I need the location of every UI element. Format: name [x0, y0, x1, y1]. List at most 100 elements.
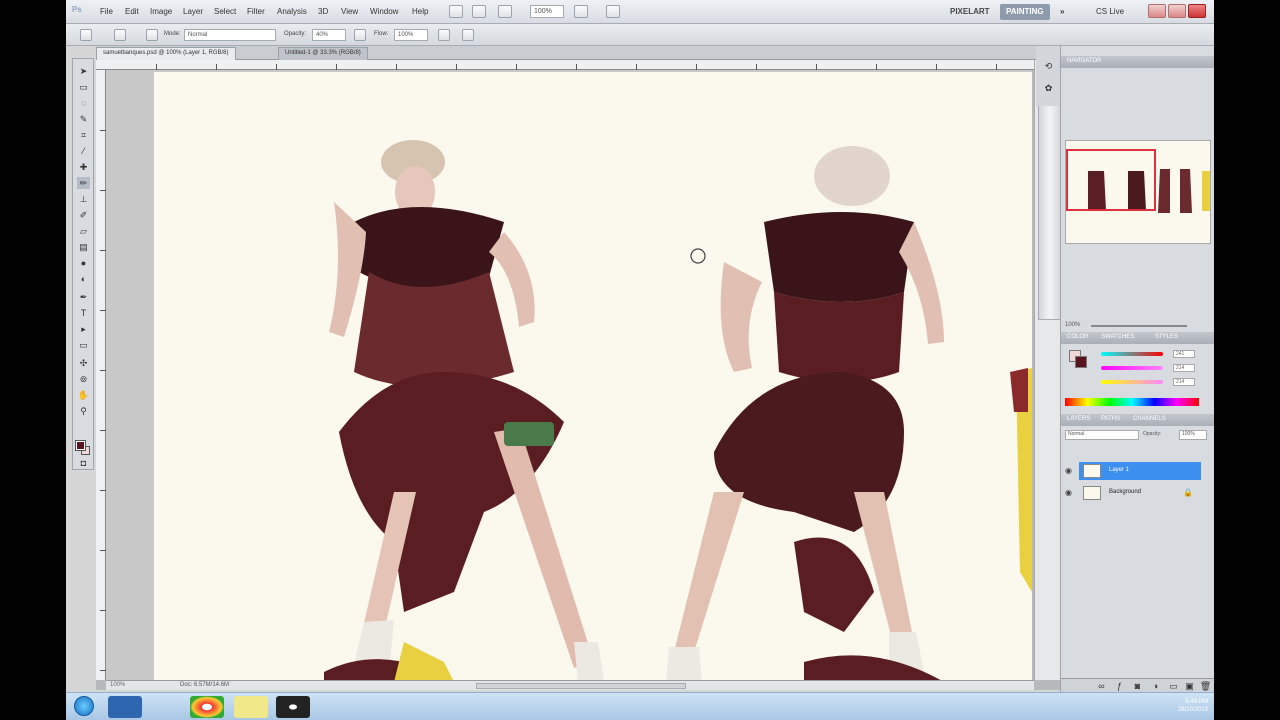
menu-image[interactable]: Image: [150, 7, 172, 16]
system-clock[interactable]: 5:49 PM 28/10/2013: [1164, 698, 1208, 714]
move-tool-icon[interactable]: ➤: [77, 65, 90, 77]
new-layer-icon[interactable]: ▣: [1183, 680, 1196, 692]
delete-layer-icon[interactable]: 🗑: [1199, 680, 1212, 692]
taskbar-obs-icon[interactable]: [276, 696, 310, 718]
zoom-level-dropdown[interactable]: 100%: [530, 5, 564, 18]
path-select-tool-icon[interactable]: ▸: [77, 323, 90, 335]
new-group-icon[interactable]: ▭: [1167, 680, 1180, 692]
navigator-view-frame[interactable]: [1066, 149, 1156, 211]
brush-size-icon[interactable]: [114, 29, 126, 41]
mini-bridge-icon[interactable]: [472, 5, 486, 18]
brushes-panel-icon[interactable]: ✿: [1042, 82, 1055, 94]
color-bg-swatch[interactable]: [1075, 356, 1087, 368]
layer-mask-icon[interactable]: ◙: [1131, 680, 1144, 692]
adjustment-layer-icon[interactable]: ◑: [1149, 680, 1162, 692]
view-extras-icon[interactable]: [498, 5, 512, 18]
mode-dropdown[interactable]: Normal: [184, 29, 276, 41]
tab-styles[interactable]: STYLES: [1155, 334, 1178, 340]
layer-style-icon[interactable]: ƒ: [1113, 680, 1126, 692]
blue-slider[interactable]: [1101, 380, 1163, 384]
type-tool-icon[interactable]: T: [77, 307, 90, 319]
navigator-preview[interactable]: [1065, 140, 1211, 244]
history-panel-icon[interactable]: ⟲: [1042, 60, 1055, 72]
minimize-button[interactable]: [1148, 4, 1166, 18]
menu-view[interactable]: View: [341, 7, 358, 16]
menu-filter[interactable]: Filter: [247, 7, 265, 16]
brush-tool-icon[interactable]: ✏: [77, 177, 90, 189]
pen-tool-icon[interactable]: ✒: [77, 291, 90, 303]
horizontal-scroll-thumb[interactable]: [476, 683, 686, 689]
tab-layers[interactable]: LAYERS: [1067, 416, 1090, 422]
tab-swatches[interactable]: SWATCHES: [1101, 334, 1134, 340]
flow-field[interactable]: 100%: [394, 29, 428, 41]
bridge-icon[interactable]: [449, 5, 463, 18]
menu-select[interactable]: Select: [214, 7, 236, 16]
layer-visibility-eye-icon[interactable]: ◉: [1065, 462, 1075, 480]
clone-stamp-tool-icon[interactable]: ⊥: [77, 193, 90, 205]
layer-name[interactable]: Background: [1109, 489, 1141, 495]
link-layers-icon[interactable]: ∞: [1095, 680, 1108, 692]
navigator-zoom-value[interactable]: 100%: [1065, 322, 1080, 328]
workspace-painting[interactable]: PAINTING: [1000, 4, 1050, 20]
canvas-document[interactable]: [154, 72, 1032, 682]
tab-color[interactable]: COLOR: [1067, 334, 1088, 340]
color-spectrum-ramp[interactable]: [1065, 398, 1199, 406]
quick-mask-icon[interactable]: ◘: [77, 457, 90, 469]
red-slider[interactable]: [1101, 352, 1163, 356]
arrange-documents-icon[interactable]: [574, 5, 588, 18]
layer-row-layer1[interactable]: Layer 1: [1079, 462, 1201, 480]
shape-tool-icon[interactable]: ▭: [77, 339, 90, 351]
history-brush-tool-icon[interactable]: ✐: [77, 209, 90, 221]
gradient-tool-icon[interactable]: ▤: [77, 241, 90, 253]
maximize-button[interactable]: [1168, 4, 1186, 18]
close-button[interactable]: [1188, 4, 1206, 18]
blue-value[interactable]: 214: [1173, 378, 1195, 386]
navigator-zoom-slider[interactable]: [1091, 325, 1187, 327]
menu-file[interactable]: File: [100, 7, 113, 16]
layer-opacity-field[interactable]: 100%: [1179, 430, 1207, 440]
status-zoom[interactable]: 100%: [110, 682, 125, 688]
menu-3d[interactable]: 3D: [318, 7, 328, 16]
canvas-viewport[interactable]: [106, 70, 1032, 682]
opacity-field[interactable]: 40%: [312, 29, 346, 41]
workspace-pixelart[interactable]: PIXELART: [944, 4, 996, 20]
hand-tool-icon[interactable]: ✋: [77, 389, 90, 401]
3d-orbit-tool-icon[interactable]: ⊚: [77, 373, 90, 385]
layer-blend-mode-dropdown[interactable]: Normal: [1065, 430, 1139, 440]
pressure-size-icon[interactable]: [462, 29, 474, 41]
menu-window[interactable]: Window: [370, 7, 398, 16]
more-workspaces-icon[interactable]: »: [1060, 7, 1064, 16]
airbrush-icon[interactable]: [438, 29, 450, 41]
eyedropper-tool-icon[interactable]: ⁄: [77, 145, 90, 157]
cs-live-button[interactable]: CS Live: [1096, 7, 1124, 16]
marquee-tool-icon[interactable]: ▭: [77, 81, 90, 93]
brush-panel-icon[interactable]: [146, 29, 158, 41]
pressure-opacity-icon[interactable]: [354, 29, 366, 41]
healing-tool-icon[interactable]: ✚: [77, 161, 90, 173]
taskbar-photoshop-icon[interactable]: [108, 696, 142, 718]
brush-preset-icon[interactable]: [80, 29, 92, 41]
layer-visibility-eye-icon[interactable]: ◉: [1065, 484, 1075, 502]
layer-row-background[interactable]: Background 🔒: [1079, 484, 1201, 502]
tab-document-active[interactable]: samuelbanques.psd @ 100% (Layer 1, RGB/8…: [96, 47, 236, 60]
red-value[interactable]: 241: [1173, 350, 1195, 358]
quick-select-tool-icon[interactable]: ✎: [77, 113, 90, 125]
taskbar-chrome-icon[interactable]: [190, 696, 224, 718]
layer-name[interactable]: Layer 1: [1109, 467, 1129, 473]
menu-edit[interactable]: Edit: [125, 7, 139, 16]
menu-layer[interactable]: Layer: [183, 7, 203, 16]
tab-channels[interactable]: CHANNELS: [1133, 416, 1166, 422]
foreground-color-swatch[interactable]: [75, 440, 86, 451]
zoom-tool-icon[interactable]: ⚲: [77, 405, 90, 417]
blur-tool-icon[interactable]: ●: [77, 257, 90, 269]
taskbar-sticky-notes-icon[interactable]: [234, 696, 268, 718]
tab-document-untitled[interactable]: Untitled-1 @ 33.3% (RGB/8): [278, 47, 368, 60]
3d-rotate-tool-icon[interactable]: ✣: [77, 357, 90, 369]
green-slider[interactable]: [1101, 366, 1163, 370]
lasso-tool-icon[interactable]: ◌: [77, 97, 90, 109]
dodge-tool-icon[interactable]: ◐: [77, 273, 90, 285]
eraser-tool-icon[interactable]: ▱: [77, 225, 90, 237]
crop-tool-icon[interactable]: ⌗: [77, 129, 90, 141]
menu-analysis[interactable]: Analysis: [277, 7, 307, 16]
screen-mode-icon[interactable]: [606, 5, 620, 18]
